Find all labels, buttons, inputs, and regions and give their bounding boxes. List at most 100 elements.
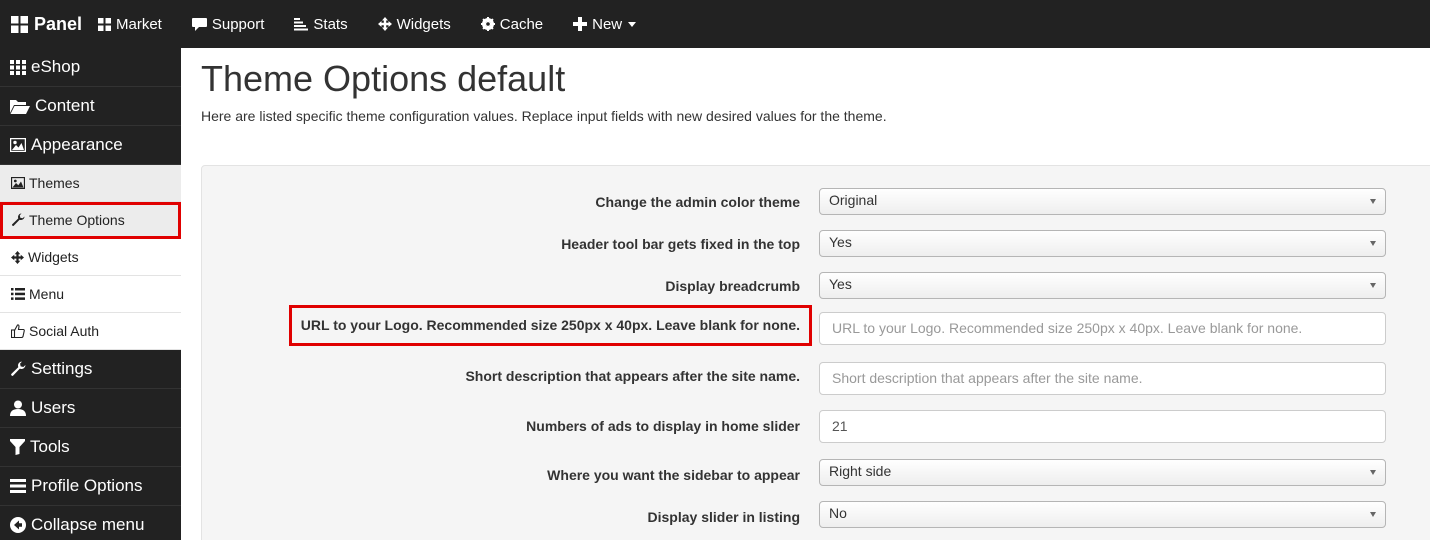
nav-new-dropdown[interactable]: New [573, 15, 637, 33]
sidebar-item-collapse-menu[interactable]: Collapse menu [0, 506, 181, 540]
form-row-logo-url: URL to your Logo. Recommended size 250px… [202, 305, 1430, 346]
chevron-down-icon [1370, 241, 1376, 246]
nav-market-label: Market [116, 15, 162, 33]
bars-icon [294, 17, 309, 30]
nav-support[interactable]: Support [191, 15, 265, 33]
sidebar-item-content[interactable]: Content [0, 87, 181, 126]
num-ads-input[interactable]: 21 [819, 410, 1386, 443]
gear-icon [480, 17, 495, 31]
form-row-breadcrumb: Display breadcrumb Yes [202, 272, 1430, 302]
breadcrumb-label: Display breadcrumb [665, 278, 800, 294]
sidebar-item-settings[interactable]: Settings [0, 350, 181, 389]
short-description-placeholder: Short description that appears after the… [832, 370, 1143, 386]
sidebar-item-label: Content [35, 96, 95, 115]
form-row-sidebar-position: Where you want the sidebar to appear Rig… [202, 459, 1430, 489]
header-fixed-value: Yes [829, 234, 852, 250]
sidebar-item-label: Settings [31, 359, 93, 378]
sidebar-item-label: Theme Options [29, 212, 125, 228]
sidebar-item-profile-options[interactable]: Profile Options [0, 467, 181, 506]
nav-widgets[interactable]: Widgets [377, 15, 451, 33]
sidebar-position-label: Where you want the sidebar to appear [547, 467, 800, 483]
slider-listing-label: Display slider in listing [647, 509, 800, 525]
sidebar-item-label: Social Auth [29, 323, 100, 339]
slider-listing-value: No [829, 505, 847, 521]
short-description-input[interactable]: Short description that appears after the… [819, 362, 1386, 395]
nav-widgets-label: Widgets [396, 15, 451, 33]
chevron-down-icon [1370, 470, 1376, 475]
comment-icon [191, 17, 207, 31]
sidebar-subitem-theme-options[interactable]: Theme Options [0, 202, 181, 239]
admin-color-value: Original [829, 192, 878, 208]
admin-color-select[interactable]: Original [819, 188, 1386, 215]
breadcrumb-value: Yes [829, 276, 852, 292]
main-content: Theme Options default Here are listed sp… [181, 48, 1430, 540]
brand-panel-link[interactable]: Panel [0, 14, 98, 35]
sidebar-item-label: Collapse menu [31, 515, 145, 534]
sidebar-item-label: Profile Options [31, 476, 143, 495]
sidebar-position-value: Right side [829, 463, 892, 479]
num-ads-label: Numbers of ads to display in home slider [526, 418, 800, 434]
header-fixed-select[interactable]: Yes [819, 230, 1386, 257]
grid-icon [10, 59, 26, 75]
picture-icon [10, 138, 26, 152]
sidebar-subitem-menu[interactable]: Menu [0, 276, 181, 313]
theme-options-form: Change the admin color theme Original He… [201, 165, 1430, 540]
sidebar-item-label: eShop [31, 57, 81, 76]
wrench-icon [11, 213, 25, 227]
chevron-down-icon [1370, 512, 1376, 517]
slider-listing-select[interactable]: No [819, 501, 1386, 528]
move-icon [377, 17, 392, 31]
sidebar-item-appearance[interactable]: Appearance [0, 126, 181, 165]
chevron-down-icon [1370, 283, 1376, 288]
nav-stats-label: Stats [313, 15, 348, 33]
nav-new-label: New [592, 15, 623, 33]
nav-market[interactable]: Market [98, 16, 162, 33]
picture-icon [11, 177, 25, 189]
breadcrumb-select[interactable]: Yes [819, 272, 1386, 299]
form-row-num-ads: Numbers of ads to display in home slider… [202, 410, 1430, 443]
logo-url-input[interactable]: URL to your Logo. Recommended size 250px… [819, 312, 1386, 345]
form-row-header-fixed: Header tool bar gets fixed in the top Ye… [202, 230, 1430, 260]
list-icon [11, 288, 25, 300]
form-row-short-description: Short description that appears after the… [202, 362, 1430, 395]
num-ads-value: 21 [832, 418, 848, 434]
form-row-slider-listing: Display slider in listing No [202, 501, 1430, 531]
nav-stats[interactable]: Stats [294, 15, 348, 33]
logo-url-placeholder: URL to your Logo. Recommended size 250px… [832, 320, 1303, 336]
grid-small-icon [98, 17, 111, 31]
nav-cache-label: Cache [499, 15, 544, 33]
chevron-down-icon [1370, 199, 1376, 204]
page-description: Here are listed specific theme configura… [201, 108, 887, 124]
header-fixed-label: Header tool bar gets fixed in the top [561, 236, 800, 252]
brand-label: Panel [34, 13, 83, 34]
grid-icon [11, 15, 28, 33]
thumbs-up-icon [11, 324, 25, 338]
sidebar-item-label: Menu [29, 286, 65, 302]
sidebar: eShop Content Appearance Themes Theme Op… [0, 48, 181, 540]
sidebar-item-tools[interactable]: Tools [0, 428, 181, 467]
sidebar-item-label: Widgets [28, 249, 79, 265]
list-icon [10, 479, 26, 493]
sidebar-item-eshop[interactable]: eShop [0, 48, 181, 87]
logo-url-label: URL to your Logo. Recommended size 250px… [288, 305, 813, 346]
form-row-admin-color: Change the admin color theme Original [202, 188, 1430, 218]
short-description-label: Short description that appears after the… [465, 368, 800, 384]
nav-support-label: Support [211, 15, 265, 33]
folder-open-icon [10, 99, 30, 114]
sidebar-subitem-widgets[interactable]: Widgets [0, 239, 181, 276]
top-navbar: Panel Market Support Stats Widgets Cache… [0, 0, 1430, 48]
user-icon [10, 400, 26, 416]
nav-cache[interactable]: Cache [480, 15, 544, 33]
page-title: Theme Options default [201, 58, 566, 99]
filter-icon [10, 439, 25, 455]
sidebar-item-label: Themes [29, 175, 80, 191]
move-icon [11, 250, 24, 264]
sidebar-subitem-social-auth[interactable]: Social Auth [0, 313, 181, 350]
sidebar-item-label: Users [31, 398, 76, 417]
sidebar-subitem-themes[interactable]: Themes [0, 165, 181, 202]
sidebar-item-label: Tools [30, 437, 70, 456]
plus-icon [573, 17, 588, 31]
wrench-icon [11, 361, 26, 376]
sidebar-position-select[interactable]: Right side [819, 459, 1386, 486]
sidebar-item-users[interactable]: Users [0, 389, 181, 428]
